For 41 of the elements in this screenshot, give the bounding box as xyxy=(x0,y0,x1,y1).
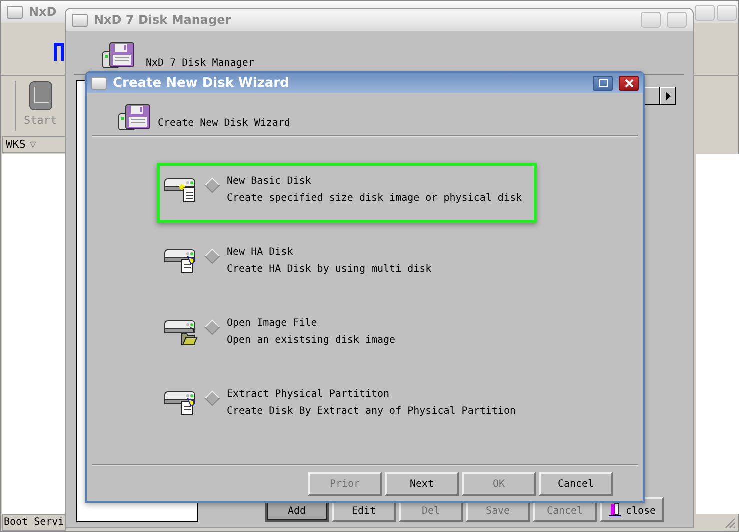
triangle-icon xyxy=(666,92,670,100)
window-title: NxD xyxy=(29,5,57,19)
drive-icon xyxy=(164,176,198,204)
window-menu-icon[interactable] xyxy=(91,76,107,90)
option-description: Create HA Disk by using multi disk xyxy=(227,264,432,275)
disk-icon xyxy=(118,104,152,132)
resize-grip-icon[interactable] xyxy=(724,517,736,529)
window-title: NxD 7 Disk Manager xyxy=(94,13,232,27)
wizard-button[interactable]: Next xyxy=(385,472,459,496)
drive-icon xyxy=(164,247,198,275)
maximize-icon xyxy=(598,79,608,87)
wizard-option[interactable]: New HA Disk Create HA Disk by using multi disk xyxy=(157,234,537,294)
scroll-right-button[interactable] xyxy=(660,87,676,105)
wizard-option[interactable]: New Basic Disk Create specified size disk image or physical disk xyxy=(157,163,537,223)
wizard-option[interactable]: Open Image File Open an existsing disk image xyxy=(157,305,537,365)
window-menu-icon[interactable] xyxy=(7,6,23,18)
drive-icon xyxy=(164,389,198,417)
option-title: New HA Disk xyxy=(227,247,294,258)
drive-icon xyxy=(164,318,198,346)
wizard-option[interactable]: Extract Physical Partititon Create Disk By Extract any of Physical Partition xyxy=(157,376,537,436)
option-title: Extract Physical Partititon xyxy=(227,389,391,400)
wizard-button[interactable]: Cancel xyxy=(539,472,613,496)
header-title: NxD 7 Disk Manager xyxy=(146,56,254,68)
window-menu-icon[interactable] xyxy=(72,14,88,26)
drive-icon xyxy=(28,81,52,111)
window-title: Create New Disk Wizard xyxy=(113,76,290,90)
close-button[interactable] xyxy=(619,76,639,90)
column-header[interactable]: WKS ▽ xyxy=(2,136,66,153)
option-title: New Basic Disk xyxy=(227,176,312,187)
maximize-button[interactable] xyxy=(593,76,613,90)
disk-icon xyxy=(102,42,136,70)
option-description: Create Disk By Extract any of Physical Partition xyxy=(227,406,516,417)
scroll-left-button[interactable] xyxy=(644,87,660,105)
column-header-label: WKS xyxy=(6,138,26,151)
close-icon xyxy=(624,78,634,88)
option-description: Create specified size disk image or physical disk xyxy=(227,193,522,204)
door-icon xyxy=(608,503,622,517)
option-description: Open an existsing disk image xyxy=(227,335,396,346)
logo-icon xyxy=(53,41,65,61)
option-title: Open Image File xyxy=(227,318,318,329)
header-title: Create New Disk Wizard xyxy=(158,116,290,128)
